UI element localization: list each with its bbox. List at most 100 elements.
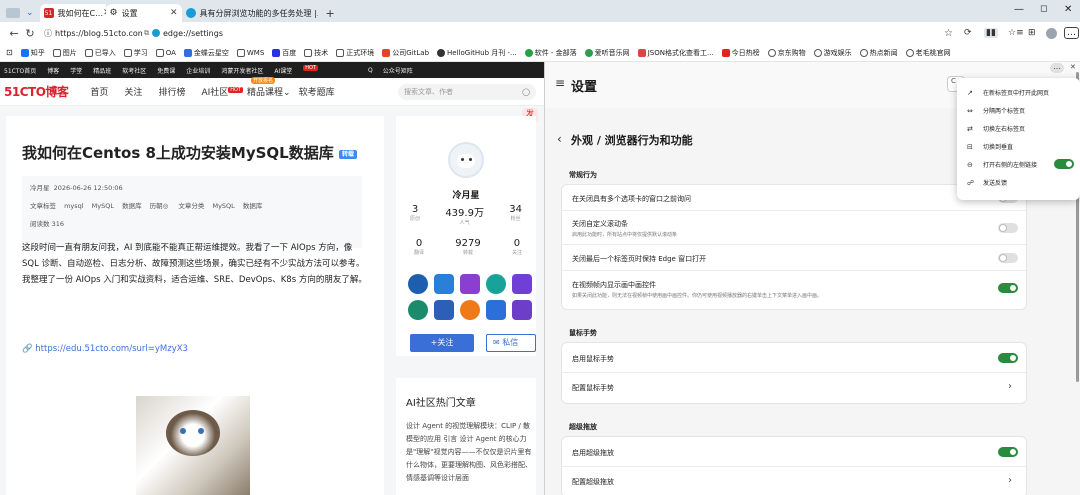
tag-chip[interactable]: MySQL xyxy=(92,202,114,210)
badge-icon[interactable] xyxy=(486,300,506,320)
setting-row[interactable]: 关闭最后一个标签页时保持 Edge 窗口打开 xyxy=(562,245,1026,271)
bookmark-item[interactable]: HelloGitHub 月刊 -... xyxy=(437,48,517,58)
main-nav-item[interactable]: 首页 xyxy=(90,85,108,98)
bookmark-item[interactable]: 已导入 xyxy=(84,48,116,58)
minimize-button[interactable]: — xyxy=(1014,4,1024,15)
setting-row[interactable]: 启用鼠标手势 xyxy=(562,343,1026,373)
badge-icon[interactable] xyxy=(434,274,454,294)
profile-name[interactable]: 冷月星 xyxy=(396,188,536,201)
setting-row[interactable]: 配置鼠标手势 › xyxy=(562,373,1026,403)
toggle-switch[interactable] xyxy=(1054,159,1074,169)
site-logo[interactable]: 51CTO博客 xyxy=(4,83,69,100)
hot-article-text[interactable]: 设计 Agent 的视觉理解模块：CLIP / 散模型的应用 引言 设计 Age… xyxy=(406,420,536,495)
bookmark-item[interactable]: 金蝶云星空 xyxy=(183,48,229,58)
badge-icon[interactable] xyxy=(434,300,454,320)
favorite-star-icon[interactable]: ☆ xyxy=(944,28,953,39)
split-screen-icon[interactable]: ▮▮ xyxy=(984,28,998,38)
bookmark-item[interactable]: 知乎 xyxy=(20,48,45,58)
pane-more-icon[interactable]: … xyxy=(1050,63,1064,73)
badge-icon[interactable] xyxy=(512,274,532,294)
top-nav-item[interactable]: 博客 xyxy=(47,66,59,75)
main-nav-item[interactable]: 排行榜 xyxy=(158,85,185,98)
bookmark-item[interactable]: WMS xyxy=(236,48,264,57)
close-icon[interactable]: ✕ xyxy=(170,8,178,18)
top-nav-item[interactable]: 51CTO首页 xyxy=(4,66,36,75)
site-search-input[interactable]: 搜索文章、作者 ◯ xyxy=(398,83,536,100)
tab-settings[interactable]: ⚙ 设置 ✕ xyxy=(105,4,182,22)
avatar[interactable] xyxy=(448,142,484,178)
reading-icon[interactable]: ⊡ xyxy=(6,48,13,57)
bookmark-item[interactable]: JSON格式化查看工... xyxy=(637,48,714,58)
badge-icon[interactable] xyxy=(408,274,428,294)
refresh-icon[interactable]: ↻ xyxy=(22,27,38,40)
badge-icon[interactable] xyxy=(486,274,506,294)
article-link[interactable]: 🔗 https://edu.51cto.com/surl=yMzyX3 xyxy=(22,344,188,354)
hamburger-icon[interactable]: ≡ xyxy=(555,76,565,90)
top-nav-item[interactable]: 公众号矩阵 xyxy=(383,66,413,75)
bookmark-item[interactable]: 正式环境 xyxy=(336,48,374,58)
bookmark-item[interactable]: OA xyxy=(155,48,176,57)
toggle-switch[interactable] xyxy=(998,447,1018,457)
bookmark-item[interactable]: 热点新闻 xyxy=(859,48,898,58)
bookmark-item[interactable]: 技术 xyxy=(304,48,328,58)
top-nav-item[interactable]: 软考社区 xyxy=(122,66,146,75)
toggle-switch[interactable] xyxy=(998,353,1018,363)
menu-item[interactable]: ☍ 发送反馈 xyxy=(967,178,1007,188)
bookmark-item[interactable]: 京东购物 xyxy=(767,48,806,58)
author-name[interactable]: 冷月星 xyxy=(30,184,50,192)
top-nav-item[interactable]: 企业培训 xyxy=(186,66,210,75)
url-field-left[interactable]: ⓘ https://blog.51cto.com xyxy=(42,25,146,41)
follow-button[interactable]: +关注 xyxy=(410,334,474,352)
new-tab-button[interactable]: + xyxy=(326,7,335,20)
tab-actions-icon[interactable]: ⌄ xyxy=(26,8,34,18)
search-icon[interactable]: Q xyxy=(368,67,373,74)
back-icon[interactable]: ← xyxy=(6,27,22,40)
tab-edge-split[interactable]: 具有分屏浏览功能的多任务处理 |… ✕ xyxy=(182,4,318,22)
badge-icon[interactable] xyxy=(460,300,480,320)
bookmark-item[interactable]: 老毛桃官网 xyxy=(905,48,951,58)
category-chip[interactable]: MySQL xyxy=(212,202,234,210)
menu-item[interactable]: ⇄ 切换左右标签页 xyxy=(967,124,1025,134)
bookmark-item[interactable]: 今日热榜 xyxy=(721,48,760,58)
tag-chip[interactable]: mysql xyxy=(64,202,84,210)
bookmark-item[interactable]: 公司GitLab xyxy=(382,48,429,58)
bookmark-item[interactable]: 游戏娱乐 xyxy=(813,48,852,58)
toggle-switch[interactable] xyxy=(998,253,1018,263)
toggle-switch[interactable] xyxy=(998,223,1018,233)
collections-icon[interactable]: ⊞ xyxy=(1028,28,1036,38)
main-nav-item[interactable]: 开放报名 精品课程⌄ xyxy=(247,77,291,98)
tag-chip[interactable]: 数据库 xyxy=(122,202,142,210)
top-nav-item[interactable]: 学堂 xyxy=(70,66,82,75)
refresh-right-icon[interactable]: ⟳ xyxy=(964,28,972,38)
top-nav-item[interactable]: 免费课 xyxy=(157,66,175,75)
top-nav-item[interactable]: 精品班 xyxy=(93,66,111,75)
badge-icon[interactable] xyxy=(460,274,480,294)
category-chip[interactable]: 数据库 xyxy=(243,202,263,210)
setting-row[interactable]: 关闭自定义滚动条 启用此功能时，所有站点中将仅提供默认滚动条 xyxy=(562,211,1026,245)
close-pane-icon[interactable]: ✕ xyxy=(1070,63,1076,71)
profile-avatar-icon[interactable] xyxy=(1046,27,1057,39)
maximize-button[interactable]: ◻ xyxy=(1040,4,1047,14)
top-nav-item[interactable]: 鸿蒙开发者社区 xyxy=(221,66,263,75)
bookmark-item[interactable]: 爱听音乐网 xyxy=(584,48,630,58)
back-button[interactable]: ‹ xyxy=(557,132,562,146)
bookmark-item[interactable]: 百度 xyxy=(272,48,296,58)
more-icon[interactable]: … xyxy=(1064,27,1079,39)
main-nav-item[interactable]: 关注 xyxy=(124,85,142,98)
tab-51cto[interactable]: 51 我如何在C… ✕ xyxy=(39,4,106,22)
top-nav-item[interactable]: AI课堂 HOT xyxy=(274,64,329,75)
bookmark-item[interactable]: 学习 xyxy=(123,48,148,58)
bookmark-item[interactable]: 软件 - 金部落 xyxy=(524,48,577,58)
tag-chip[interactable]: 历朝◎ xyxy=(150,202,169,210)
bookmark-item[interactable]: 图片 xyxy=(52,48,77,58)
url-field-right[interactable]: ⧉ edge://settings xyxy=(142,25,262,41)
toggle-switch[interactable] xyxy=(998,283,1018,293)
main-nav-item[interactable]: AI社区 HOT xyxy=(201,85,244,98)
menu-item[interactable]: ⊖ 打开右侧的左侧链接 xyxy=(967,160,1037,170)
badge-icon[interactable] xyxy=(408,300,428,320)
workspace-icon[interactable] xyxy=(6,8,20,18)
favorites-icon[interactable]: ☆≡ xyxy=(1008,28,1024,38)
close-window-button[interactable]: ✕ xyxy=(1064,4,1072,15)
menu-item[interactable]: ⊟ 切换到垂直 xyxy=(967,142,1013,152)
setting-row[interactable]: 启用超级拖放 xyxy=(562,437,1026,467)
